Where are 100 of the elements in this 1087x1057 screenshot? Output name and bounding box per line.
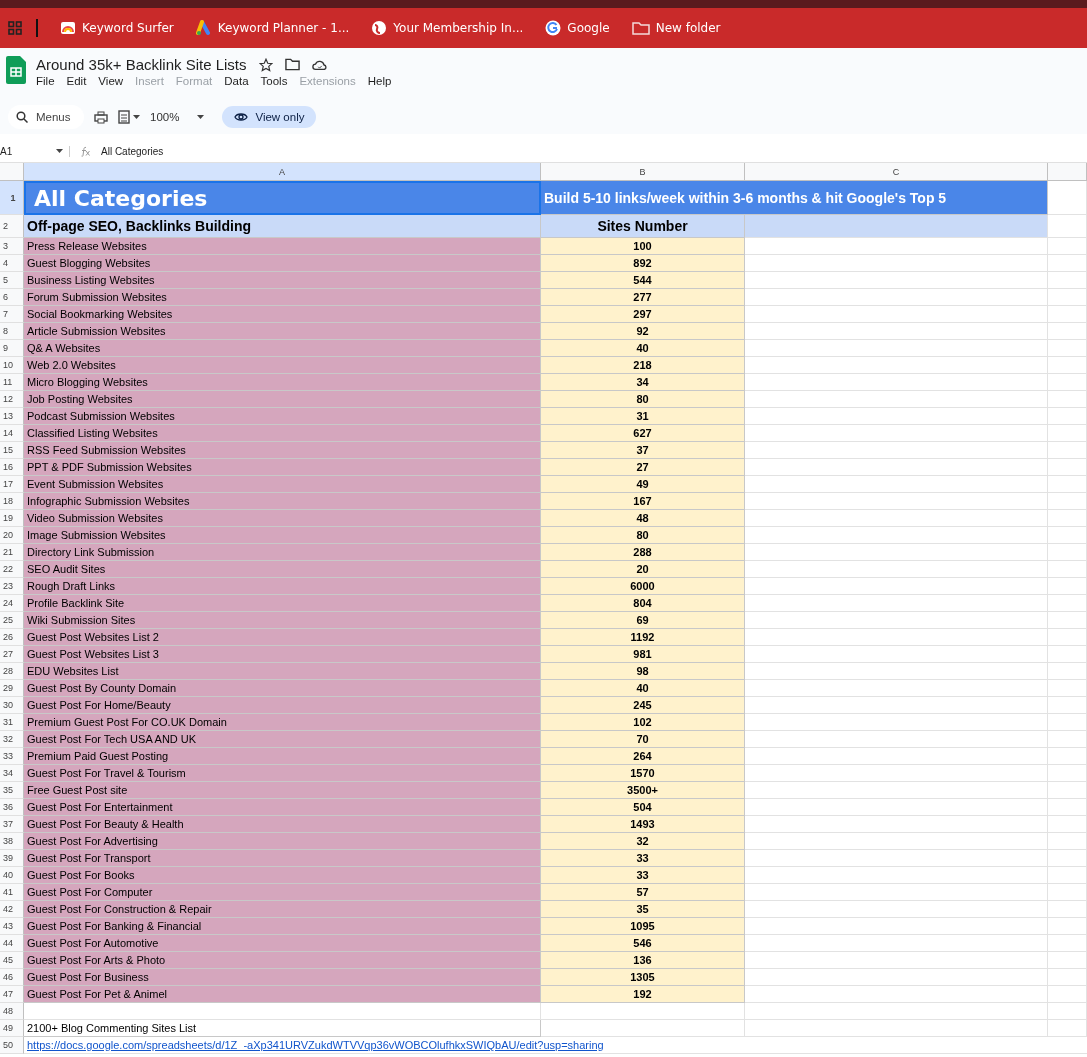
table-cell: Guest Post Websites List 2 [24,629,541,646]
table-cell: Free Guest Post site [24,782,541,799]
table-cell: 57 [541,884,745,901]
table-cell: Press Release Websites [24,238,541,255]
bookmark-link[interactable]: Keyword Planner - 1... [195,20,350,36]
rainbow-icon [60,20,76,36]
column-header[interactable]: A [24,163,541,181]
table-cell: Guest Post For Pet & Animel [24,986,541,1003]
table-cell: 1192 [541,629,745,646]
folder-icon [631,21,650,35]
table-cell: Guest Post For Construction & Repair [24,901,541,918]
table-cell: Guest Post For Tech USA AND UK [24,731,541,748]
cloud-icon[interactable] [311,58,328,71]
table-cell: 288 [541,544,745,561]
row-number: 14 [0,425,24,442]
column-header[interactable]: B [541,163,745,181]
table-cell: 34 [541,374,745,391]
row-number: 29 [0,680,24,697]
eye-icon [234,112,249,122]
corner-cell[interactable] [0,163,24,181]
table-cell: 70 [541,731,745,748]
globe-icon [371,20,388,36]
formula-value: All Categories [101,145,164,157]
table-cell: Guest Post For Advertising [24,833,541,850]
sheet-link[interactable]: https://docs.google.com/spreadsheets/d/1Z_-aXp341URVZukdWTVVqp36vWOBCOlufhkxSWIQbAU/edit?usp=sharing [24,1037,1087,1054]
print-icon[interactable] [94,110,108,124]
table-cell: Business Listing Websites [24,272,541,289]
table-cell: Event Submission Websites [24,476,541,493]
table-cell: Q& A Websites [24,340,541,357]
table-cell: Article Submission Websites [24,323,541,340]
row-number: 40 [0,867,24,884]
menu-item[interactable]: Help [367,75,392,87]
zoom-select[interactable]: 100% [150,111,205,123]
row-number: 42 [0,901,24,918]
table-cell: 100 [541,238,745,255]
table-cell: 31 [541,408,745,425]
row-number: 50 [0,1037,24,1054]
table-cell: Sites Number [541,215,745,238]
table-cell: Job Posting Websites [24,391,541,408]
table-cell: 33 [541,850,745,867]
row-number: 25 [0,612,24,629]
table-cell: Profile Backlink Site [24,595,541,612]
row-number: 41 [0,884,24,901]
table-cell: 98 [541,663,745,680]
row-number: 44 [0,935,24,952]
table-cell: Guest Post Websites List 3 [24,646,541,663]
menu-item[interactable]: File [36,75,55,87]
menu-item[interactable]: View [98,75,124,87]
row-number: 45 [0,952,24,969]
table-cell: Guest Post For Automotive [24,935,541,952]
row-number: 30 [0,697,24,714]
view-only-button[interactable]: View only [222,106,317,128]
calculator-button[interactable] [118,110,140,124]
row-number: 24 [0,595,24,612]
bookmark-link[interactable]: Your Membership In... [371,20,524,36]
row-number: 37 [0,816,24,833]
row-number: 46 [0,969,24,986]
row-number: 7 [0,306,24,323]
row-number: 18 [0,493,24,510]
table-cell: Image Submission Websites [24,527,541,544]
row-number: 38 [0,833,24,850]
row-number: 3 [0,238,24,255]
bookmark-link[interactable]: Keyword Surfer [60,20,174,36]
table-cell: 218 [541,357,745,374]
table-cell: 33 [541,867,745,884]
bookmark-link[interactable]: New folder [631,21,721,35]
menu-item[interactable]: Tools [260,75,288,87]
row-number[interactable]: 1 [0,181,24,215]
table-cell: Guest Post For Home/Beauty [24,697,541,714]
cell-reference[interactable]: A1 [0,145,13,157]
table-cell: 92 [541,323,745,340]
row-number: 26 [0,629,24,646]
bookmark-link[interactable]: Google [545,20,610,36]
row-number: 31 [0,714,24,731]
row-number: 15 [0,442,24,459]
row-number: 33 [0,748,24,765]
apps-grid-icon[interactable] [8,21,22,35]
table-cell: Guest Post For Banking & Financial [24,918,541,935]
row-number: 13 [0,408,24,425]
column-header[interactable]: C [745,163,1048,181]
table-cell: 102 [541,714,745,731]
table-cell: 1570 [541,765,745,782]
menu-item[interactable]: Data [224,75,249,87]
menu-item[interactable]: Edit [66,75,87,87]
row-number: 21 [0,544,24,561]
table-cell: 20 [541,561,745,578]
table-cell: 981 [541,646,745,663]
table-cell: 48 [541,510,745,527]
menu-search-field[interactable]: Menus [8,105,84,129]
row-number: 34 [0,765,24,782]
table-cell: Guest Post By County Domain [24,680,541,697]
star-icon[interactable] [258,57,273,72]
caret-icon[interactable] [56,149,63,153]
table-cell: PPT & PDF Submission Websites [24,459,541,476]
table-cell: Podcast Submission Websites [24,408,541,425]
row-number: 23 [0,578,24,595]
folder-icon[interactable] [284,58,300,71]
row-number: 11 [0,374,24,391]
table-cell: 3500+ [541,782,745,799]
table-cell: 1305 [541,969,745,986]
